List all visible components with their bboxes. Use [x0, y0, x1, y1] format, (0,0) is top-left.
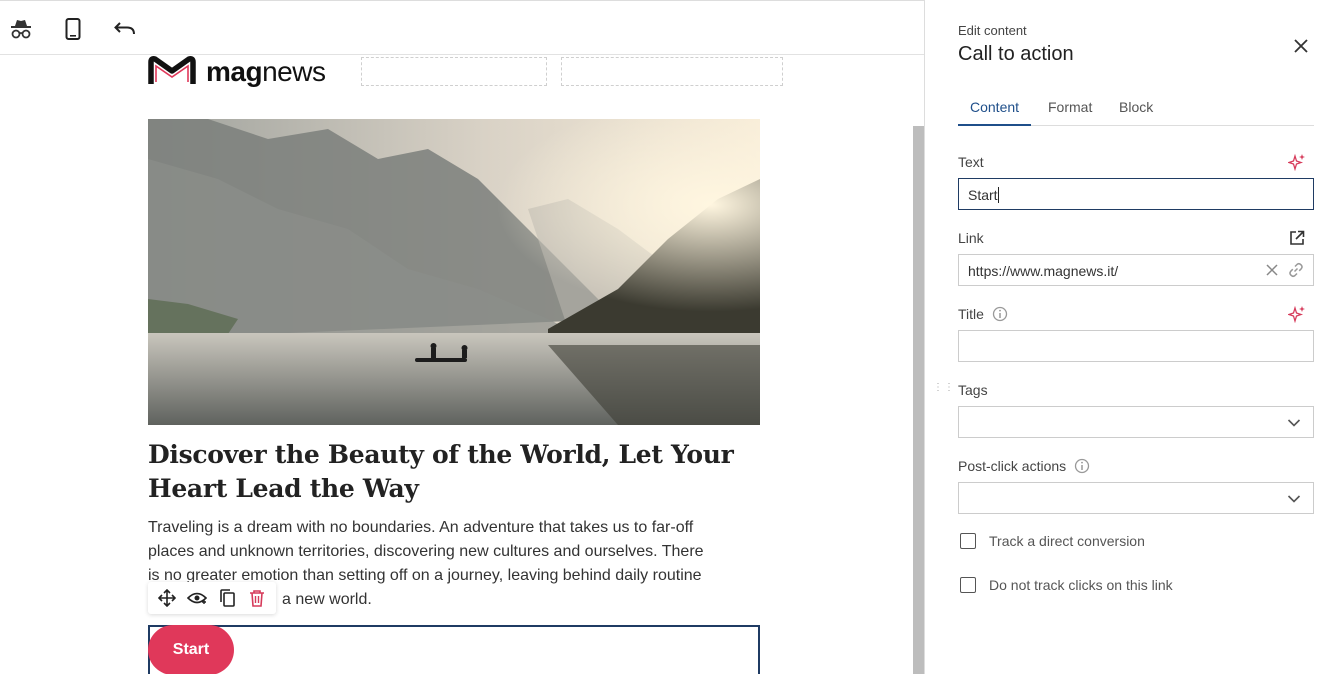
- info-icon[interactable]: [992, 306, 1008, 322]
- panel-tabs: Content Format Block: [958, 94, 1314, 126]
- info-icon[interactable]: [1074, 458, 1090, 474]
- canvas-scrollbar-thumb[interactable]: [913, 126, 924, 674]
- clear-icon[interactable]: [1263, 261, 1281, 279]
- brand-logo: magnews: [148, 56, 326, 88]
- do-not-track-checkbox-row[interactable]: Do not track clicks on this link: [960, 577, 1173, 593]
- title-input[interactable]: [958, 330, 1314, 362]
- open-link-icon[interactable]: [1287, 228, 1307, 248]
- email-headline[interactable]: Discover the Beauty of the World, Let Yo…: [148, 438, 760, 506]
- cta-block-selected[interactable]: [148, 625, 760, 674]
- logo-wordmark: magnews: [206, 56, 326, 87]
- cta-button[interactable]: Start: [148, 625, 234, 674]
- panel-subtitle: Edit content: [958, 23, 1027, 38]
- tab-format[interactable]: Format: [1048, 99, 1092, 124]
- visibility-icon[interactable]: [185, 586, 209, 610]
- tab-block[interactable]: Block: [1119, 99, 1153, 124]
- post-click-field-label: Post-click actions: [958, 458, 1090, 474]
- empty-header-slot[interactable]: [361, 57, 547, 86]
- incognito-icon[interactable]: [7, 15, 35, 43]
- ai-sparkle-icon[interactable]: [1287, 304, 1307, 324]
- link-icon[interactable]: [1287, 261, 1305, 279]
- ai-sparkle-icon[interactable]: [1287, 152, 1307, 172]
- tags-select[interactable]: [958, 406, 1314, 438]
- text-input[interactable]: Start: [958, 178, 1314, 210]
- undo-icon[interactable]: [111, 15, 139, 43]
- delete-icon[interactable]: [245, 586, 269, 610]
- hero-image[interactable]: [148, 119, 760, 425]
- title-field-label: Title: [958, 306, 1008, 322]
- panel-title: Call to action: [958, 43, 1074, 65]
- close-icon[interactable]: [1291, 36, 1311, 56]
- tab-content[interactable]: Content: [958, 99, 1032, 126]
- track-conversion-label: Track a direct conversion: [989, 533, 1145, 549]
- chevron-down-icon[interactable]: [1285, 414, 1303, 432]
- panel-resize-handle[interactable]: ⋮⋮: [933, 383, 954, 399]
- duplicate-icon[interactable]: [215, 586, 239, 610]
- magnews-logo-icon: [148, 56, 196, 84]
- text-field-label: Text: [958, 154, 984, 170]
- tags-field-label: Tags: [958, 382, 988, 398]
- link-input[interactable]: https://www.magnews.it/: [958, 254, 1314, 286]
- move-icon[interactable]: [155, 586, 179, 610]
- link-field-label: Link: [958, 230, 984, 246]
- post-click-select[interactable]: [958, 482, 1314, 514]
- chevron-down-icon[interactable]: [1285, 490, 1303, 508]
- email-canvas: magnews Discover the Beauty of the World…: [0, 56, 924, 674]
- do-not-track-checkbox[interactable]: [960, 577, 976, 593]
- edit-content-panel: ⋮⋮ Edit content Call to action Content F…: [924, 0, 1330, 674]
- do-not-track-label: Do not track clicks on this link: [989, 577, 1173, 593]
- track-conversion-checkbox[interactable]: [960, 533, 976, 549]
- editor-toolbar: [0, 0, 924, 55]
- empty-header-slot[interactable]: [561, 57, 783, 86]
- track-conversion-checkbox-row[interactable]: Track a direct conversion: [960, 533, 1145, 549]
- block-toolbar: [148, 582, 276, 614]
- mobile-preview-icon[interactable]: [59, 15, 87, 43]
